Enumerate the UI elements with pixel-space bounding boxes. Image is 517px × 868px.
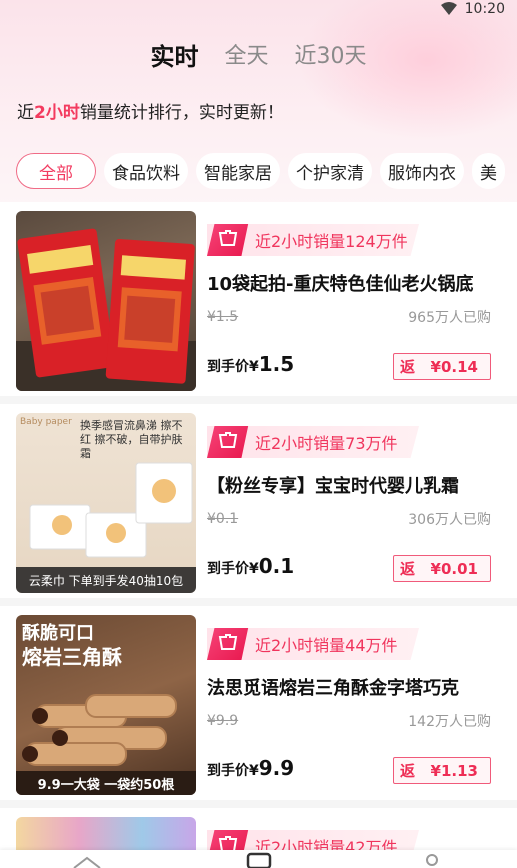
- category-all[interactable]: 全部: [16, 153, 96, 189]
- sales-badge-text: 近2小时销量73万件: [255, 434, 398, 453]
- thumb-caption: 云柔巾 下单到手发40抽10包: [28, 573, 184, 588]
- thumb-brand: Baby paper: [20, 417, 72, 427]
- final-price-label: 到手价¥: [207, 561, 259, 577]
- original-price: ¥0.1: [207, 511, 239, 527]
- ranking-icon[interactable]: [244, 852, 274, 868]
- hot-sale-icon: [207, 426, 249, 458]
- thumb-caption: 9.9一大袋 一袋约50根: [37, 777, 175, 793]
- bottom-navigation: [0, 850, 517, 868]
- profile-icon[interactable]: [420, 854, 444, 868]
- rebate-amount: ¥0.01: [430, 559, 478, 578]
- product-image[interactable]: Baby paper 换季感冒流鼻涕 擦不红 擦不破，自带护肤霜 云柔巾 下单到…: [16, 413, 196, 593]
- rebate-button[interactable]: 返 ¥0.14: [393, 353, 491, 380]
- hot-sale-icon: [207, 628, 249, 660]
- category-filter-bar: 全部 食品饮料 智能家居 个护家清 服饰内衣 美: [16, 153, 517, 191]
- category-apparel[interactable]: 服饰内衣: [380, 153, 464, 189]
- hot-sale-icon: [207, 224, 249, 256]
- product-name[interactable]: 【粉丝专享】宝宝时代婴儿乳霜: [207, 472, 507, 498]
- final-price-label: 到手价¥: [207, 763, 259, 779]
- tab-all-day[interactable]: 全天: [224, 38, 268, 70]
- rebate-button[interactable]: 返 ¥0.01: [393, 555, 491, 582]
- sales-badge-text: 近2小时销量124万件: [255, 232, 408, 251]
- tab-30-days[interactable]: 近30天: [295, 38, 367, 70]
- rebate-amount: ¥0.14: [430, 357, 478, 376]
- category-beauty[interactable]: 美: [472, 153, 505, 189]
- final-price-value: 0.1: [258, 554, 295, 578]
- final-price-value: 1.5: [258, 352, 295, 376]
- product-image[interactable]: [16, 211, 196, 391]
- original-price: ¥1.5: [207, 309, 239, 325]
- final-price-label: 到手价¥: [207, 359, 259, 375]
- time-range-tabs: 实时 全天 近30天: [0, 34, 517, 74]
- purchase-count: 306万人已购: [408, 512, 491, 528]
- thumb-text: 换季感冒流鼻涕 擦不红 擦不破，自带护肤霜: [80, 419, 183, 460]
- product-name[interactable]: 10袋起拍-重庆特色佳仙老火锅底: [207, 270, 507, 296]
- hotpot-package-illustration: [16, 228, 196, 391]
- final-price: 到手价¥ 1.5: [207, 352, 294, 376]
- category-personal-care[interactable]: 个护家清: [288, 153, 372, 189]
- status-bar: 10:20: [0, 0, 517, 18]
- sales-badge: 近2小时销量44万件: [207, 628, 419, 660]
- sales-badge: 近2小时销量73万件: [207, 426, 419, 458]
- rebate-label: 返: [400, 762, 416, 780]
- ranking-subtitle: 近2小时销量统计排行，实时更新！: [17, 103, 284, 123]
- sales-badge-text: 近2小时销量44万件: [255, 636, 398, 655]
- rebate-amount: ¥1.13: [430, 761, 478, 780]
- thumb-title-2: 熔岩三角酥: [22, 645, 122, 669]
- sales-badge: 近2小时销量124万件: [207, 224, 419, 256]
- status-time: 10:20: [464, 1, 505, 17]
- rebate-button[interactable]: 返 ¥1.13: [393, 757, 491, 784]
- original-price: ¥9.9: [207, 713, 239, 729]
- product-image[interactable]: 酥脆可口 熔岩三角酥 9.9一大袋 一袋约50根: [16, 615, 196, 795]
- product-card[interactable]: Baby paper 换季感冒流鼻涕 擦不红 擦不破，自带护肤霜 云柔巾 下单到…: [0, 404, 517, 598]
- product-card[interactable]: 近2小时销量124万件 10袋起拍-重庆特色佳仙老火锅底 ¥1.5 965万人已…: [0, 202, 517, 396]
- category-smart-home[interactable]: 智能家居: [196, 153, 280, 189]
- purchase-count: 142万人已购: [408, 714, 491, 730]
- final-price-value: 9.9: [258, 756, 295, 780]
- rebate-label: 返: [400, 358, 416, 376]
- wifi-icon: [440, 2, 457, 15]
- purchase-count: 965万人已购: [408, 310, 491, 326]
- product-name[interactable]: 法思觅语熔岩三角酥金字塔巧克: [207, 674, 507, 700]
- rebate-label: 返: [400, 560, 416, 578]
- product-card[interactable]: 酥脆可口 熔岩三角酥 9.9一大袋 一袋约50根 近2小时销量44万件 法思觅语…: [0, 606, 517, 800]
- home-icon[interactable]: [72, 856, 102, 868]
- final-price: 到手价¥ 0.1: [207, 554, 294, 578]
- tab-realtime[interactable]: 实时: [150, 37, 198, 72]
- category-food-drink[interactable]: 食品饮料: [104, 153, 188, 189]
- final-price: 到手价¥ 9.9: [207, 756, 294, 780]
